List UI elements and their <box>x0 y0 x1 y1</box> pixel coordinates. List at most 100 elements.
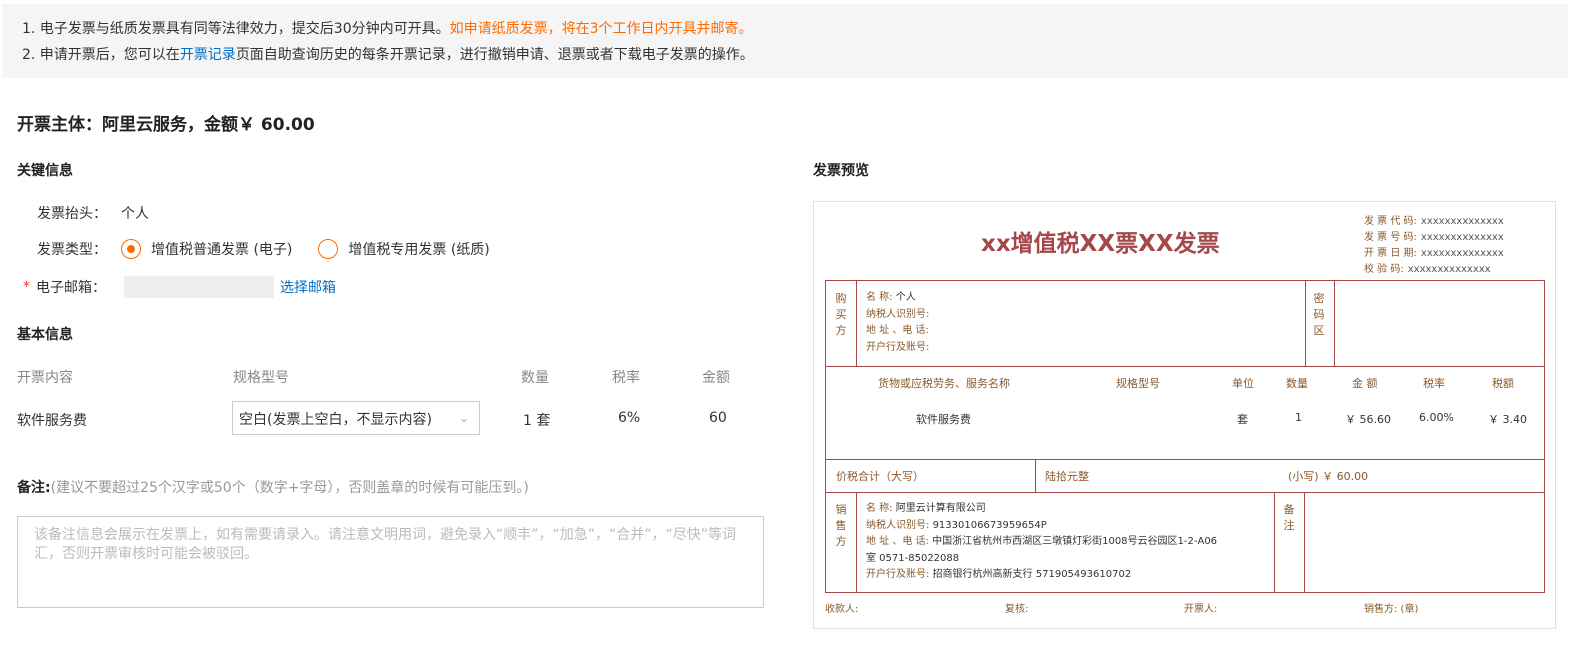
goods-header-qty: 数量 <box>1286 377 1308 390</box>
divider <box>1304 492 1305 592</box>
divider <box>1334 281 1335 366</box>
goods-header-amount: 金 额 <box>1352 377 1378 390</box>
total-label: 价税合计（大写） <box>836 470 924 483</box>
seller-taxid-label: 纳税人识别号: <box>866 520 930 531</box>
notice-line-1-text: 1. 电子发票与纸质发票具有同等法律效力，提交后30分钟内可开具。 <box>22 21 450 37</box>
total-big: 陆拾元整 <box>1045 470 1089 483</box>
sign-payee: 收款人: <box>825 604 859 615</box>
invoice-frame: 购买方 密码区 名 称: 个人 纳税人识别号: 地 址 、电 话: 开户行及账号… <box>825 280 1545 593</box>
email-value <box>124 276 274 298</box>
radio-paper-invoice[interactable]: 增值税专用发票 (纸质) <box>318 239 490 259</box>
required-star: * <box>23 279 30 295</box>
buyer-address: 地 址 、电 话: <box>866 323 929 339</box>
buyer-name-value: 个人 <box>895 292 916 303</box>
seller-bank: 开户行及账号: 招商银行杭州高新支行 571905493610702 <box>866 567 1131 583</box>
divider <box>856 492 857 592</box>
divider <box>856 281 857 366</box>
notice-line-2-text-b: 页面自助查询历史的每条开票记录，进行撤销申请、退票或者下载电子发票的操作。 <box>235 47 754 63</box>
seller-name-label: 名 称: <box>866 503 893 514</box>
goods-tax: ￥ 3.40 <box>1488 413 1527 426</box>
goods-taxrate: 6.00% <box>1419 411 1454 424</box>
col-spec-header: 规格型号 <box>233 370 289 386</box>
notice-paper-warning: 如申请纸质发票，将在3个工作日内开具并邮寄。 <box>449 21 753 37</box>
total-small: (小写) ￥ 60.00 <box>1288 470 1369 483</box>
invoice-header-row: 发票抬头： 个人 <box>37 203 149 223</box>
remark-textarea[interactable] <box>17 516 764 608</box>
divider <box>1305 281 1306 366</box>
seller-bank-label: 开户行及账号: <box>866 569 930 580</box>
radio-checked-icon <box>121 239 141 259</box>
radio-electronic-invoice[interactable]: 增值税普通发票 (电子) <box>121 239 292 259</box>
notice-line-2: 2. 申请开票后，您可以在开票记录页面自助查询历史的每条开票记录，进行撤销申请、… <box>22 42 1568 68</box>
seller-label: 销售方 <box>835 503 847 548</box>
seller-address-value: 中国浙江省杭州市西湖区三墩镇灯彩街1008号云谷园区1-2-A06 <box>932 536 1218 547</box>
buyer-address-label: 地 址 、电 话: <box>866 325 929 336</box>
buyer-name-label: 名 称: <box>866 292 893 303</box>
meta-code-value: xxxxxxxxxxxxxx <box>1420 216 1504 227</box>
divider <box>1274 492 1275 592</box>
meta-number: 发 票 号 码: xxxxxxxxxxxxxx <box>1364 230 1504 246</box>
meta-code-label: 发 票 代 码: <box>1364 216 1417 227</box>
divider <box>826 459 1544 460</box>
goods-name: 软件服务费 <box>916 413 971 426</box>
preview-heading: 发票预览 <box>813 163 869 179</box>
buyer-bank-label: 开户行及账号: <box>866 342 930 353</box>
meta-check-label: 校 验 码: <box>1364 264 1404 275</box>
col-tax-header: 税率 <box>612 370 640 386</box>
row-content: 软件服务费 <box>17 413 87 429</box>
remark-label: 备注: <box>17 480 51 496</box>
chevron-down-icon: ⌄ <box>458 411 469 425</box>
meta-date-value: xxxxxxxxxxxxxx <box>1420 248 1504 259</box>
key-info-heading: 关键信息 <box>17 163 73 179</box>
sign-seller: 销售方: (章) <box>1364 604 1419 615</box>
divider <box>826 492 1544 493</box>
invoice-header-value: 个人 <box>121 206 149 222</box>
invoice-title: xx增值税XX票XX发票 <box>981 231 1220 257</box>
col-content-header: 开票内容 <box>17 370 73 386</box>
meta-number-value: xxxxxxxxxxxxxx <box>1420 232 1504 243</box>
seller-name: 名 称: 阿里云计算有限公司 <box>866 501 986 517</box>
invoice-meta: 发 票 代 码: xxxxxxxxxxxxxx 发 票 号 码: xxxxxxxxx… <box>1364 214 1504 278</box>
seller-address-cont-value: 室 0571-85022088 <box>866 553 960 564</box>
remark-preview-label: 备注 <box>1283 503 1295 532</box>
spec-select[interactable]: 空白(发票上空白，不显示内容) ⌄ <box>232 401 480 435</box>
col-qty-header: 数量 <box>521 370 549 386</box>
invoice-type-label: 发票类型： <box>37 242 107 258</box>
buyer-label: 购买方 <box>835 292 847 337</box>
spec-select-value: 空白(发票上空白，不显示内容) <box>239 412 432 428</box>
row-tax: 6% <box>618 410 641 426</box>
invoice-preview: xx增值税XX票XX发票 发 票 代 码: xxxxxxxxxxxxxx 发 票 … <box>813 201 1556 629</box>
sign-drawer: 开票人: <box>1184 604 1218 615</box>
radio-electronic-label: 增值税普通发票 (电子) <box>151 242 293 258</box>
goods-header-taxrate: 税率 <box>1423 377 1445 390</box>
seller-taxid-value: 91330106673959654P <box>932 520 1047 531</box>
cipher-label: 密码区 <box>1313 292 1325 337</box>
seller-address: 地 址 、电 话: 中国浙江省杭州市西湖区三墩镇灯彩街1008号云谷园区1-2-… <box>866 534 1217 550</box>
meta-date: 开 票 日 期: xxxxxxxxxxxxxx <box>1364 246 1504 262</box>
seller-address-cont: 室 0571-85022088 <box>866 551 959 567</box>
seller-name-value: 阿里云计算有限公司 <box>895 503 986 514</box>
invoice-header-label: 发票抬头： <box>37 206 107 222</box>
meta-code: 发 票 代 码: xxxxxxxxxxxxxx <box>1364 214 1504 230</box>
meta-number-label: 发 票 号 码: <box>1364 232 1417 243</box>
notice-line-1: 1. 电子发票与纸质发票具有同等法律效力，提交后30分钟内可开具。如申请纸质发票… <box>22 16 1568 42</box>
sign-reviewer: 复核: <box>1005 604 1029 615</box>
divider <box>1035 459 1036 492</box>
row-qty: 1 套 <box>523 413 551 429</box>
remark-label-row: 备注:(建议不要超过25个汉字或50个（数字+字母），否则盖章的时候有可能压到。… <box>17 477 529 497</box>
divider <box>826 366 1544 367</box>
remark-hint: (建议不要超过25个汉字或50个（数字+字母），否则盖章的时候有可能压到。) <box>50 480 529 496</box>
select-email-link[interactable]: 选择邮箱 <box>280 277 336 297</box>
buyer-taxid-label: 纳税人识别号: <box>866 309 930 320</box>
email-row: * 电子邮箱： 选择邮箱 <box>23 276 336 298</box>
seller-taxid: 纳税人识别号: 91330106673959654P <box>866 518 1047 534</box>
radio-unchecked-icon <box>318 239 339 259</box>
goods-header-name: 货物或应税劳务、服务名称 <box>878 377 1010 390</box>
meta-date-label: 开 票 日 期: <box>1364 248 1417 259</box>
invoice-records-link[interactable]: 开票记录 <box>180 47 236 63</box>
col-amount-header: 金额 <box>702 370 730 386</box>
goods-header-unit: 单位 <box>1232 377 1254 390</box>
row-amount: 60 <box>709 410 727 426</box>
radio-paper-label: 增值税专用发票 (纸质) <box>348 242 490 258</box>
goods-header-tax: 税额 <box>1492 377 1514 390</box>
